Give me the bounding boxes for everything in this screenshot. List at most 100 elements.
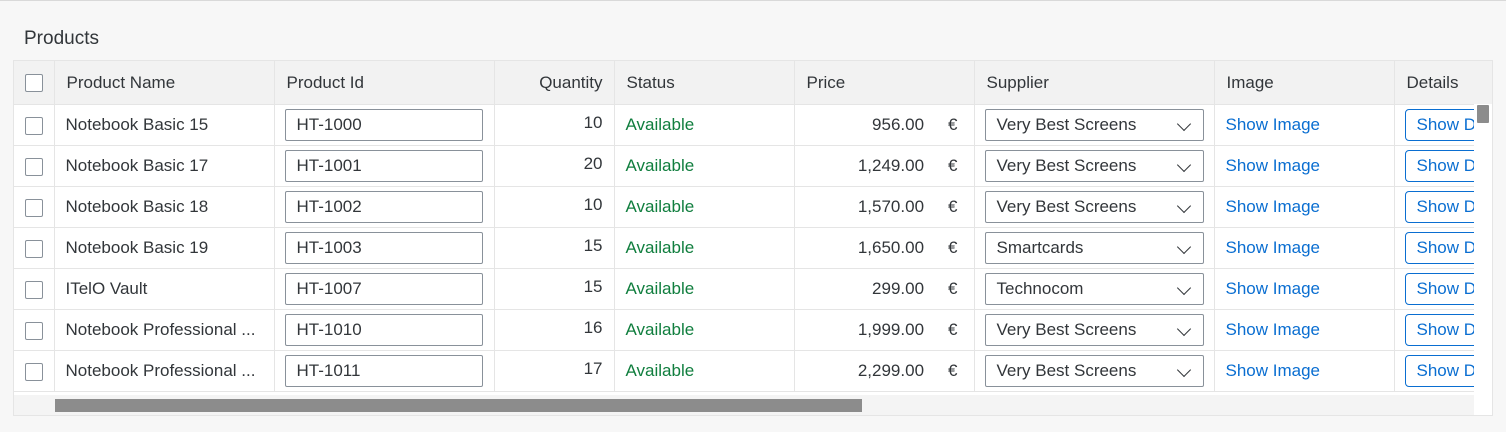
supplier-cell: Very Best Screens: [974, 350, 1215, 392]
chevron-down-icon[interactable]: [1176, 280, 1191, 296]
currency-code: €: [948, 320, 958, 339]
table-row[interactable]: Notebook Professional ... HT-1010 16 Ava…: [14, 309, 1492, 351]
row-checkbox[interactable]: [24, 157, 43, 176]
column-header-product-name[interactable]: Product Name: [54, 61, 275, 105]
row-checkbox[interactable]: [24, 116, 43, 135]
product-id-input[interactable]: HT-1002: [284, 191, 483, 223]
header-row: Product Name Product Id Quantity Status …: [14, 61, 1492, 105]
currency-code: €: [948, 238, 958, 257]
image-cell: Show Image: [1214, 227, 1395, 269]
show-image-link[interactable]: Show Image: [1226, 156, 1321, 175]
quantity: 17: [494, 350, 615, 392]
product-id-input[interactable]: HT-1007: [284, 273, 483, 305]
supplier-select[interactable]: Very Best Screens: [984, 314, 1204, 346]
product-name: Notebook Professional ...: [54, 350, 275, 392]
row-select-cell: [14, 227, 55, 269]
supplier-value: Very Best Screens: [996, 320, 1137, 339]
quantity: 10: [494, 104, 615, 146]
table-row[interactable]: Notebook Professional ... HT-1011 17 Ava…: [14, 350, 1492, 392]
row-checkbox[interactable]: [24, 239, 43, 258]
show-image-link[interactable]: Show Image: [1226, 238, 1321, 257]
product-id-cell: HT-1007: [274, 268, 495, 310]
column-header-price[interactable]: Price: [794, 61, 975, 105]
product-id-input[interactable]: HT-1001: [284, 150, 483, 182]
chevron-down-icon[interactable]: [1176, 157, 1191, 173]
product-id-input[interactable]: HT-1011: [284, 355, 483, 387]
table-row[interactable]: Notebook Basic 19 HT-1003 15 Available 1…: [14, 227, 1492, 269]
row-checkbox[interactable]: [24, 362, 43, 381]
row-checkbox[interactable]: [24, 280, 43, 299]
show-image-link[interactable]: Show Image: [1226, 279, 1321, 298]
quantity: 16: [494, 309, 615, 351]
supplier-select[interactable]: Very Best Screens: [984, 355, 1204, 387]
price-value: 1,249.00: [857, 156, 925, 175]
status-text: Available: [614, 309, 795, 351]
supplier-select[interactable]: Very Best Screens: [984, 150, 1204, 182]
chevron-down-icon[interactable]: [1176, 198, 1191, 214]
price-cell: 299.00 €: [794, 268, 975, 310]
show-image-link[interactable]: Show Image: [1226, 361, 1321, 380]
image-cell: Show Image: [1214, 145, 1395, 187]
price-cell: 1,999.00 €: [794, 309, 975, 351]
status-text: Available: [614, 145, 795, 187]
product-name: Notebook Professional ...: [54, 309, 275, 351]
supplier-cell: Very Best Screens: [974, 145, 1215, 187]
supplier-cell: Very Best Screens: [974, 309, 1215, 351]
table-row[interactable]: Notebook Basic 18 HT-1002 10 Available 1…: [14, 186, 1492, 228]
supplier-cell: Very Best Screens: [974, 104, 1215, 146]
currency-code: €: [948, 197, 958, 216]
select-all-checkbox[interactable]: [24, 74, 43, 93]
products-table: Product Name Product Id Quantity Status …: [13, 60, 1493, 416]
supplier-select[interactable]: Technocom: [984, 273, 1204, 305]
row-checkbox[interactable]: [24, 198, 43, 217]
column-header-image[interactable]: Image: [1214, 61, 1395, 105]
column-header-supplier[interactable]: Supplier: [974, 61, 1215, 105]
show-image-link[interactable]: Show Image: [1226, 197, 1321, 216]
chevron-down-icon[interactable]: [1176, 116, 1191, 132]
table-row[interactable]: ITelO Vault HT-1007 15 Available 299.00 €…: [14, 268, 1492, 310]
product-id-cell: HT-1011: [274, 350, 495, 392]
currency-code: €: [948, 279, 958, 298]
product-name: Notebook Basic 18: [54, 186, 275, 228]
table-row[interactable]: Notebook Basic 15 HT-1000 10 Available 9…: [14, 104, 1492, 146]
panel-title: Products: [24, 28, 99, 49]
price-value: 956.00: [872, 115, 925, 134]
chevron-down-icon[interactable]: [1176, 362, 1191, 378]
product-id-input[interactable]: HT-1010: [284, 314, 483, 346]
supplier-value: Very Best Screens: [996, 156, 1137, 175]
product-id-input[interactable]: HT-1003: [284, 232, 483, 264]
column-header-status[interactable]: Status: [614, 61, 795, 105]
select-all-cell: [14, 61, 55, 105]
table-row[interactable]: Notebook Basic 17 HT-1001 20 Available 1…: [14, 145, 1492, 187]
supplier-select[interactable]: Smartcards: [984, 232, 1204, 264]
column-header-details[interactable]: Details: [1394, 61, 1492, 105]
product-id-input[interactable]: HT-1000: [284, 109, 483, 141]
chevron-down-icon[interactable]: [1176, 321, 1191, 337]
horizontal-scrollbar-thumb[interactable]: [55, 399, 862, 412]
product-id-cell: HT-1010: [274, 309, 495, 351]
supplier-value: Very Best Screens: [996, 115, 1137, 134]
column-header-product-id[interactable]: Product Id: [274, 61, 495, 105]
status-text: Available: [614, 227, 795, 269]
supplier-select[interactable]: Very Best Screens: [984, 109, 1204, 141]
price-cell: 956.00 €: [794, 104, 975, 146]
image-cell: Show Image: [1214, 309, 1395, 351]
price-value: 1,999.00: [857, 320, 925, 339]
price-value: 299.00: [872, 279, 925, 298]
price-cell: 1,249.00 €: [794, 145, 975, 187]
image-cell: Show Image: [1214, 104, 1395, 146]
quantity: 15: [494, 227, 615, 269]
supplier-select[interactable]: Very Best Screens: [984, 191, 1204, 223]
price-value: 1,650.00: [857, 238, 925, 257]
vertical-scrollbar[interactable]: [1474, 104, 1492, 396]
product-name: Notebook Basic 15: [54, 104, 275, 146]
row-checkbox[interactable]: [24, 321, 43, 340]
status-text: Available: [614, 186, 795, 228]
price-cell: 1,650.00 €: [794, 227, 975, 269]
chevron-down-icon[interactable]: [1176, 239, 1191, 255]
column-header-quantity[interactable]: Quantity: [494, 61, 615, 105]
vertical-scrollbar-thumb[interactable]: [1477, 105, 1489, 123]
show-image-link[interactable]: Show Image: [1226, 115, 1321, 134]
show-image-link[interactable]: Show Image: [1226, 320, 1321, 339]
price-value: 2,299.00: [857, 361, 925, 380]
